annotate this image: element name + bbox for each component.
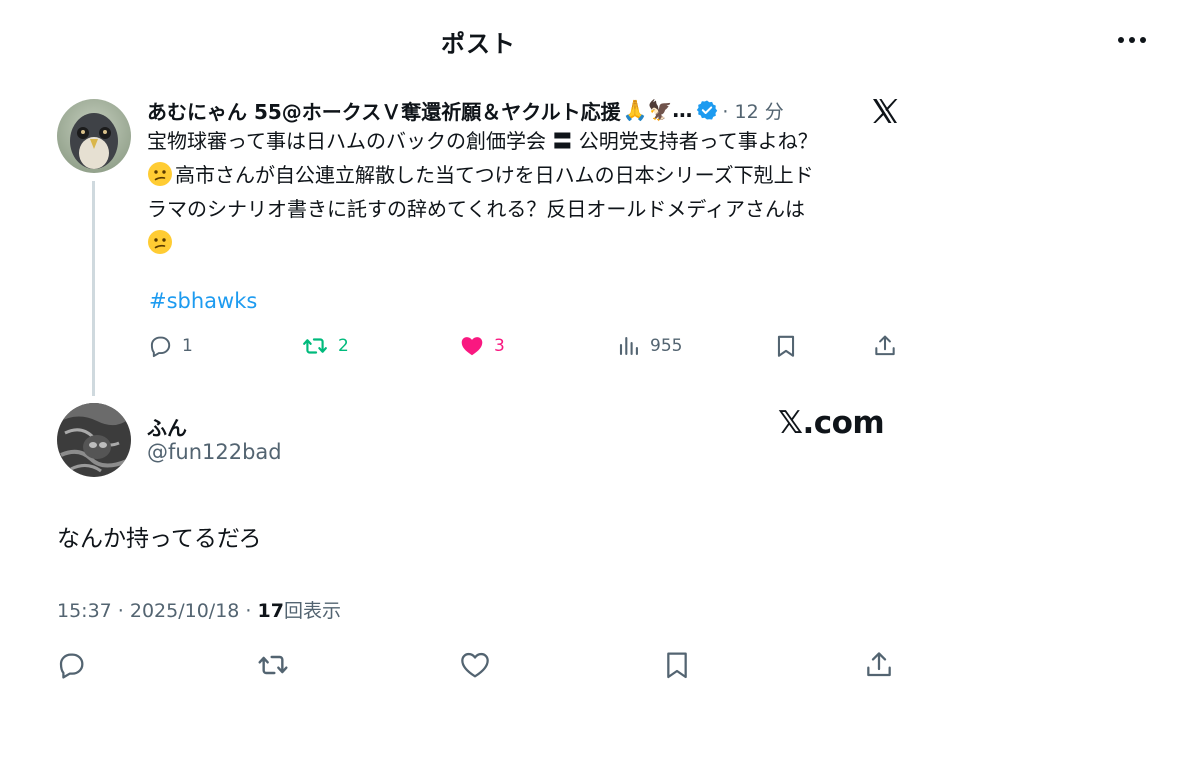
- page-title: ポスト: [441, 30, 516, 58]
- more-icon: [1118, 37, 1124, 43]
- share-icon: [867, 652, 891, 677]
- name-emojis: 🙏🦅: [622, 98, 673, 122]
- name-ellipsis: …: [672, 98, 693, 122]
- hashtag-link[interactable]: #sbhawks: [149, 289, 257, 313]
- text-line-1: 宝物球審って事は日ハムのバックの創価学会 〓 公明党支持者って事よね？: [147, 129, 818, 153]
- more-options-button[interactable]: [1110, 28, 1154, 52]
- repost-count: 2: [338, 336, 349, 356]
- verified-icon: [696, 99, 718, 121]
- reply-count: 1: [182, 336, 193, 356]
- post-time[interactable]: · 12 分: [722, 97, 783, 124]
- thread-connector: [92, 181, 95, 396]
- avatar[interactable]: [57, 403, 131, 477]
- repost-button[interactable]: 2: [301, 333, 349, 359]
- views-number: 17: [257, 600, 284, 622]
- confused-face-emoji: [148, 162, 172, 186]
- reply-icon: [59, 653, 84, 679]
- views-icon: [619, 336, 638, 356]
- bookmark-button[interactable]: [660, 648, 694, 682]
- reply-button[interactable]: [54, 648, 88, 682]
- share-button[interactable]: [872, 333, 898, 359]
- bookmark-icon: [777, 335, 795, 357]
- xcom-watermark: 𝕏.com: [778, 405, 885, 441]
- post-meta: 15:37 · 2025/10/18 · 17回表示: [57, 596, 341, 623]
- post-text: なんか持ってるだろ: [57, 526, 262, 552]
- bookmark-icon: [667, 652, 687, 679]
- user-handle[interactable]: @fun122bad: [147, 440, 282, 464]
- display-name[interactable]: ふん: [147, 412, 187, 441]
- like-button[interactable]: 3: [459, 333, 505, 359]
- avatar[interactable]: [57, 99, 131, 173]
- heart-icon: [461, 652, 489, 678]
- post-timestamp[interactable]: 15:37 · 2025/10/18 ·: [57, 600, 258, 622]
- repost-icon: [303, 338, 327, 354]
- repost-button[interactable]: [256, 648, 290, 682]
- quoted-post-header: あむにゃん 55@ホークスＶ奪還祈願＆ヤクルト応援 🙏🦅 … · 12 分: [147, 94, 784, 126]
- display-name[interactable]: あむにゃん 55@ホークスＶ奪還祈願＆ヤクルト応援: [147, 96, 621, 125]
- views-count: 955: [650, 336, 683, 356]
- repost-icon: [258, 655, 288, 675]
- text-line-4: [147, 226, 907, 260]
- bookmark-button[interactable]: [773, 333, 799, 359]
- text-line-3: ラマのシナリオ書きに託すの辞めてくれる？反日オールドメディアさんは: [147, 197, 805, 221]
- like-button[interactable]: [458, 648, 492, 682]
- quoted-post-text: 宝物球審って事は日ハムのバックの創価学会 〓 公明党支持者って事よね？ 高市さん…: [147, 124, 907, 260]
- like-count: 3: [494, 336, 505, 356]
- x-logo-icon: [870, 96, 900, 126]
- views-button[interactable]: 955: [617, 333, 682, 359]
- heart-icon: [461, 337, 483, 356]
- views-label: 回表示: [283, 600, 341, 622]
- confused-face-emoji: [148, 230, 172, 254]
- text-line-2: 高市さんが自公連立解散した当てつけを日ハムの日本シリーズ下剋上ド: [147, 158, 907, 192]
- share-icon: [875, 335, 895, 356]
- reply-icon: [150, 336, 171, 358]
- share-button[interactable]: [862, 648, 896, 682]
- reply-button[interactable]: 1: [147, 333, 193, 359]
